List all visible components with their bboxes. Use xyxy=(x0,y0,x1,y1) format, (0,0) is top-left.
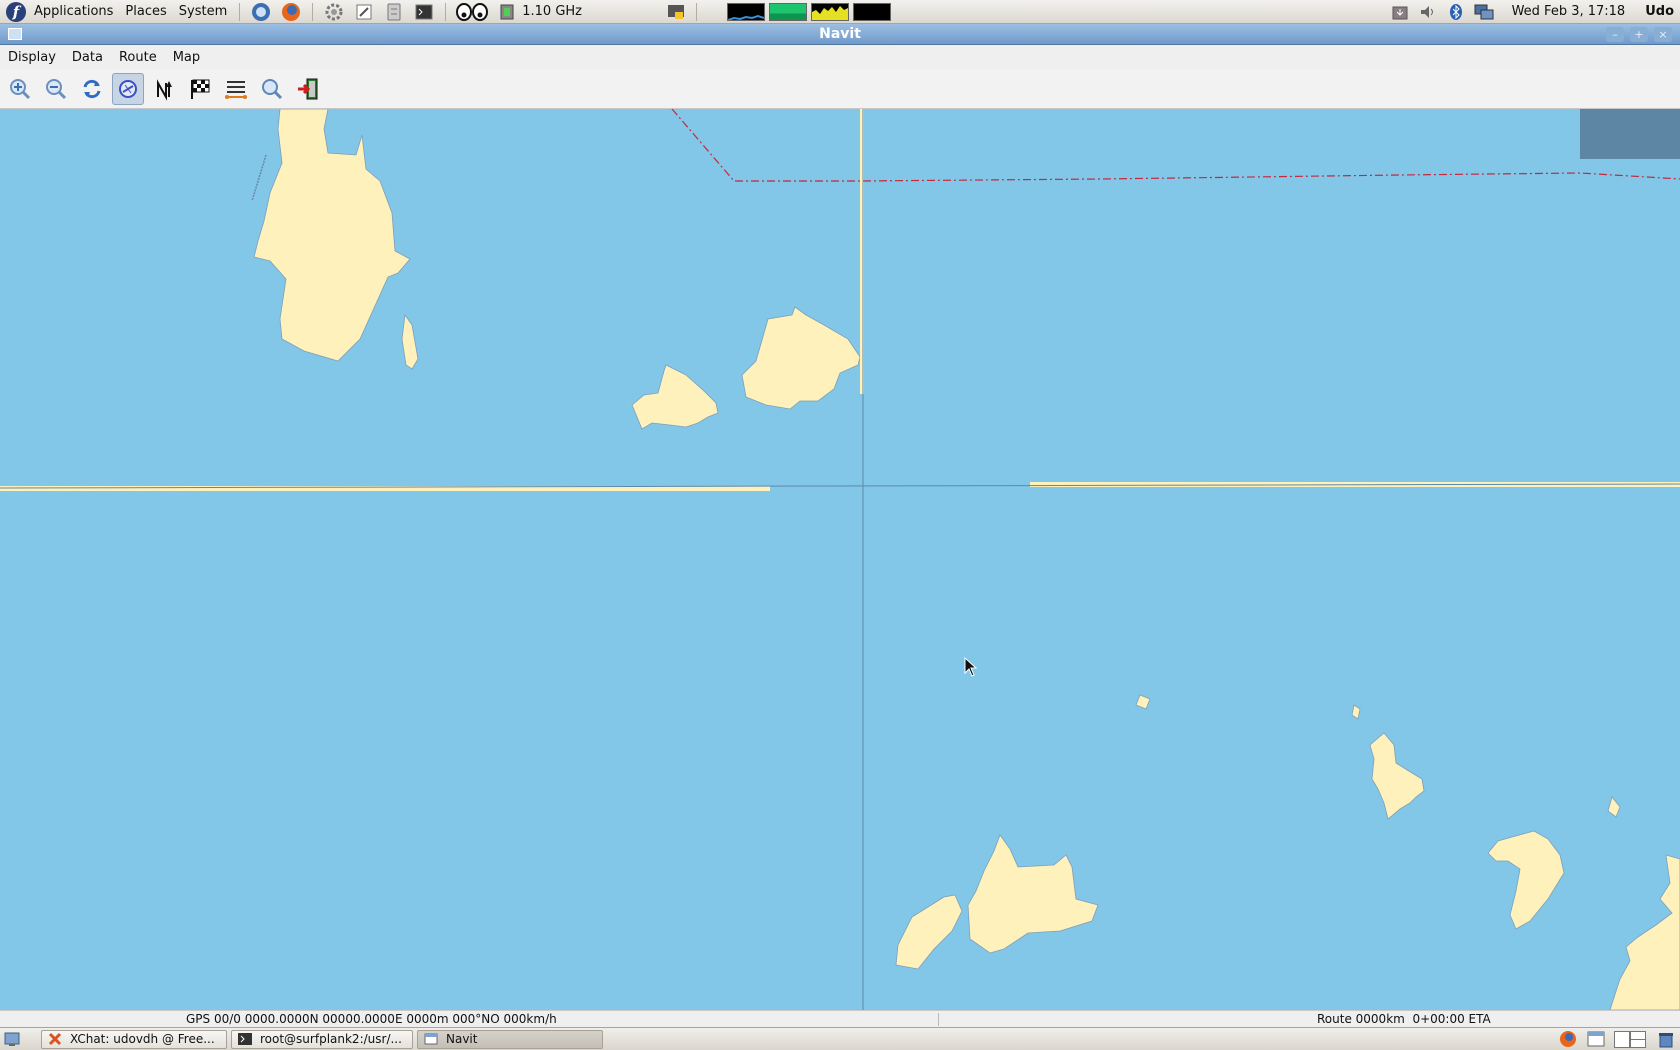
cpu-monitor-graph xyxy=(727,2,766,21)
window-menu-icon[interactable] xyxy=(8,28,22,40)
orientation-north-icon xyxy=(157,78,172,101)
terminal-launcher-icon[interactable] xyxy=(413,2,435,22)
settings-launcher-icon[interactable] xyxy=(323,2,345,22)
window-title: Navit xyxy=(819,26,861,42)
cursor-follow-icon xyxy=(119,79,137,98)
update-notifier-icon[interactable] xyxy=(1390,3,1410,21)
text-editor-launcher-icon[interactable] xyxy=(353,2,375,22)
destination-flag-icon xyxy=(191,79,210,99)
clock[interactable]: Wed Feb 3, 17:18 xyxy=(1512,4,1626,19)
menu-data[interactable]: Data xyxy=(64,50,111,65)
task-xchat[interactable]: XChat: udovdh @ Free... xyxy=(41,1029,227,1049)
destination-button[interactable] xyxy=(184,73,216,105)
close-icon[interactable]: × xyxy=(1654,27,1672,42)
quit-icon xyxy=(298,78,318,99)
panel-separator xyxy=(239,2,241,21)
eyes-applet-icon xyxy=(456,2,489,22)
route-status-text: Route 0000km 0+00:00 ETA xyxy=(1317,1012,1491,1026)
applications-menu[interactable]: Applications xyxy=(28,4,119,19)
bluetooth-icon[interactable] xyxy=(1446,3,1466,21)
task-terminal[interactable]: root@surfplank2:/usr/... xyxy=(231,1029,413,1049)
panel-separator xyxy=(312,2,314,21)
cpu-frequency-label: 1.10 GHz xyxy=(522,4,583,19)
map-canvas[interactable] xyxy=(0,109,1680,1010)
cursor-follow-toggle[interactable] xyxy=(112,72,144,105)
roadbook-icon xyxy=(225,80,247,99)
panel-separator xyxy=(445,2,447,21)
search-button[interactable] xyxy=(256,73,288,105)
terminal-icon xyxy=(238,1032,252,1046)
network-monitor-graph xyxy=(811,2,850,21)
window-titlebar[interactable]: Navit – + × xyxy=(0,24,1680,45)
thunderbird-launcher-icon[interactable] xyxy=(250,2,272,22)
menu-route[interactable]: Route xyxy=(111,50,165,65)
toolbar xyxy=(0,69,1680,109)
gps-status-text: GPS 00/0 0000.0000N 00000.0000E 0000m 00… xyxy=(186,1012,557,1026)
trash-icon[interactable] xyxy=(1656,1030,1676,1048)
task-label: XChat: udovdh @ Free... xyxy=(70,1032,215,1046)
window-list-icon[interactable] xyxy=(1586,1030,1606,1048)
workspace-1[interactable] xyxy=(1614,1030,1630,1048)
workspace-2[interactable] xyxy=(1630,1030,1646,1048)
panel-separator xyxy=(696,2,698,21)
show-desktop-icon[interactable] xyxy=(3,1030,21,1048)
overview-panel[interactable] xyxy=(1580,109,1680,159)
search-icon xyxy=(262,78,283,99)
refresh-button[interactable] xyxy=(76,73,108,105)
task-label: root@surfplank2:/usr/... xyxy=(260,1032,402,1046)
user-switcher[interactable]: Udo xyxy=(1645,4,1674,19)
statusbar: GPS 00/0 0000.0000N 00000.0000E 0000m 00… xyxy=(0,1010,1680,1027)
network-manager-icon[interactable] xyxy=(1474,3,1494,21)
memory-monitor-graph xyxy=(769,2,808,21)
maximize-icon[interactable]: + xyxy=(1630,27,1648,42)
file-manager-launcher-icon[interactable] xyxy=(383,2,405,22)
firefox-tray-icon[interactable] xyxy=(1558,1030,1578,1048)
menubar: Display Data Route Map xyxy=(0,45,1680,70)
menu-display[interactable]: Display xyxy=(0,50,64,65)
task-label: Navit xyxy=(446,1032,478,1046)
menu-map[interactable]: Map xyxy=(165,50,208,65)
zoom-out-button[interactable] xyxy=(40,73,72,105)
refresh-icon xyxy=(83,79,101,98)
xchat-icon xyxy=(48,1032,62,1046)
water-area xyxy=(0,109,1680,1010)
volume-icon[interactable] xyxy=(1418,3,1438,21)
zoom-in-button[interactable] xyxy=(4,73,36,105)
cpu-frequency-icon xyxy=(496,2,518,22)
map-view[interactable] xyxy=(0,109,1680,1010)
system-menu[interactable]: System xyxy=(173,4,233,19)
minimize-icon[interactable]: – xyxy=(1606,27,1624,42)
top-panel: f Applications Places System 1.10 GHz We… xyxy=(0,0,1680,24)
places-menu[interactable]: Places xyxy=(119,4,172,19)
window-icon xyxy=(424,1032,438,1046)
firefox-launcher-icon[interactable] xyxy=(280,2,302,22)
load-monitor-graph xyxy=(853,2,892,21)
zoom-in-icon xyxy=(10,78,31,99)
status-divider xyxy=(938,1013,939,1026)
zoom-out-icon xyxy=(46,78,67,99)
lock-screen-icon[interactable] xyxy=(666,3,686,21)
fedora-logo-icon[interactable]: f xyxy=(6,1,26,22)
task-navit[interactable]: Navit xyxy=(417,1029,603,1049)
orientation-button[interactable] xyxy=(148,73,180,105)
bottom-panel: XChat: udovdh @ Free... root@surfplank2:… xyxy=(0,1027,1680,1050)
quit-button[interactable] xyxy=(292,73,324,105)
roadbook-button[interactable] xyxy=(220,73,252,105)
